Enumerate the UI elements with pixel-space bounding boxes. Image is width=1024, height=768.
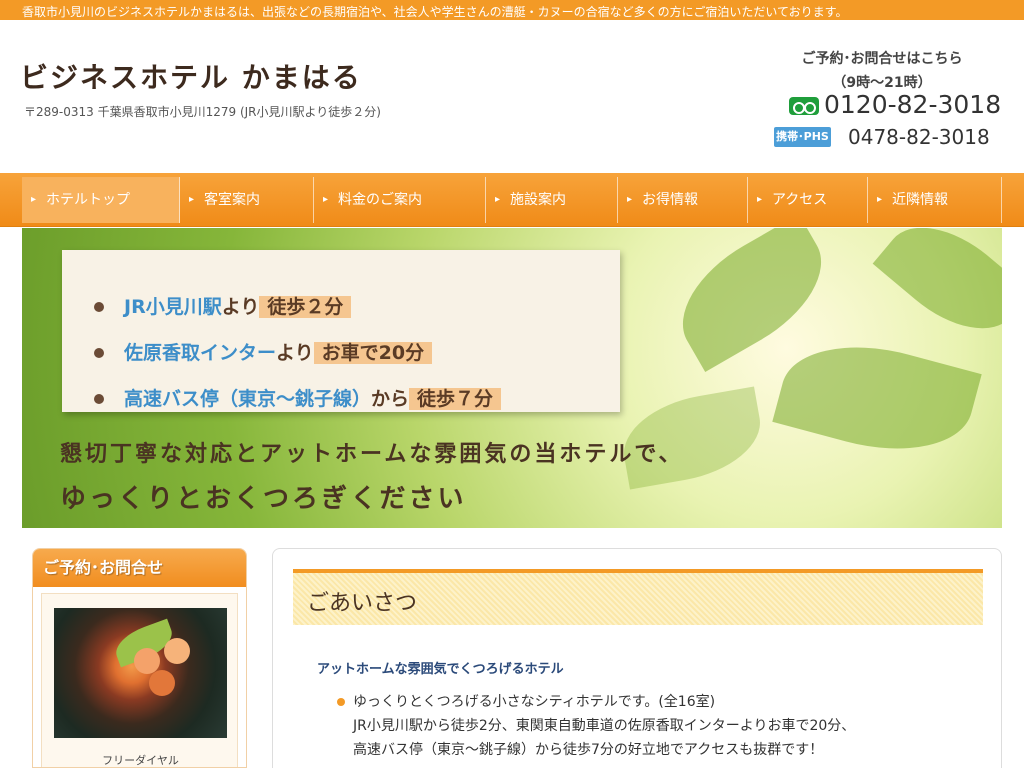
access-line-station: JR小見川駅より 徒歩２分	[94, 292, 352, 322]
free-dial-label: フリーダイヤル	[102, 754, 179, 767]
contact-heading: ご予約･お問合せはこちら （9時～21時）	[780, 47, 984, 95]
flower-petal	[164, 638, 190, 664]
main-nav: ホテルトップ 客室案内 料金のご案内 施設案内 お得情報 アクセス 近隣情報	[0, 173, 1024, 227]
leaf-decoration	[872, 228, 1002, 354]
greeting-subheading: アットホームな雰囲気でくつろげるホテル	[317, 662, 564, 677]
nav-item-facilities[interactable]: 施設案内	[486, 177, 618, 223]
access-place: 高速バス停（東京～銚子線）	[124, 388, 372, 410]
greeting-text: ゆっくりとくつろげる小さなシティホテルです。(全16室) JR小見川駅から徒歩2…	[353, 690, 855, 762]
bullet-icon	[94, 302, 104, 312]
nav-item-hotel-top[interactable]: ホテルトップ	[22, 177, 180, 223]
access-duration: 徒歩２分	[259, 296, 352, 318]
greeting-heading-bar: ごあいさつ	[293, 569, 983, 625]
access-line-interchange: 佐原香取インターより お車で20分	[94, 338, 433, 368]
greeting-line: ゆっくりとくつろげる小さなシティホテルです。(全16室)	[353, 694, 716, 710]
top-info-bar: 香取市小見川のビジネスホテルかまはるは、出張などの長期宿泊や、社会人や学生さんの…	[0, 0, 1024, 20]
hero-message-1: 懇切丁寧な対応とアットホームな雰囲気の当ホテルで、	[60, 442, 684, 467]
access-place: 佐原香取インター	[124, 342, 277, 364]
access-line-bus: 高速バス停（東京～銚子線）から 徒歩７分	[94, 384, 502, 414]
hero-message-2: ゆっくりとおくつろぎください	[60, 484, 467, 514]
access-connector: から	[371, 388, 410, 410]
access-place: JR小見川駅	[124, 296, 222, 318]
mobile-number[interactable]: 0478-82-3018	[848, 125, 990, 149]
access-duration: 徒歩７分	[409, 388, 502, 410]
free-dial-icon	[789, 97, 819, 115]
nav-item-access[interactable]: アクセス	[748, 177, 868, 223]
leaf-decoration	[772, 325, 982, 471]
flower-arrangement-photo	[54, 608, 227, 738]
access-duration: お車で20分	[313, 342, 433, 364]
nav-item-nearby[interactable]: 近隣情報	[868, 177, 1002, 223]
nav-item-rooms[interactable]: 客室案内	[180, 177, 314, 223]
sidebar-heading: ご予約･お問合せ	[33, 549, 246, 587]
bullet-icon	[94, 394, 104, 404]
contact-heading-label: ご予約･お問合せはこちら	[801, 51, 963, 67]
hero-banner: JR小見川駅より 徒歩２分 佐原香取インターより お車で20分 高速バス停（東京～銚…	[22, 228, 1002, 528]
leaf-decoration	[660, 228, 844, 372]
free-dial-number[interactable]: 0120-82-3018	[824, 90, 1001, 119]
top-info-text: 香取市小見川のビジネスホテルかまはるは、出張などの長期宿泊や、社会人や学生さんの…	[22, 5, 848, 19]
sidebar-inner: フリーダイヤル	[41, 593, 238, 767]
nav-item-pricing[interactable]: 料金のご案内	[314, 177, 486, 223]
nav-item-deals[interactable]: お得情報	[618, 177, 748, 223]
mobile-badge: 携帯･PHS	[774, 127, 831, 147]
access-info-card: JR小見川駅より 徒歩２分 佐原香取インターより お車で20分 高速バス停（東京～銚…	[62, 250, 620, 412]
greeting-heading: ごあいさつ	[307, 591, 418, 616]
site-header: ビジネスホテル かまはる 〒289-0313 千葉県香取市小見川1279 (JR…	[0, 20, 1024, 173]
greeting-section: ごあいさつ アットホームな雰囲気でくつろげるホテル ゆっくりとくつろげる小さなシ…	[272, 548, 1002, 768]
flower-petal	[149, 670, 175, 696]
greeting-line: JR小見川駅から徒歩2分、東関東自動車道の佐原香取インターよりお車で20分、	[353, 718, 856, 734]
access-connector: より	[221, 296, 260, 318]
access-connector: より	[276, 342, 314, 364]
bullet-icon	[94, 348, 104, 358]
greeting-line: 高速バス停（東京～銚子線）から徒歩7分の好立地でアクセスも抜群です！	[353, 742, 824, 758]
bullet-icon	[337, 698, 345, 706]
hotel-address: 〒289-0313 千葉県香取市小見川1279 (JR小見川駅より徒歩２分)	[24, 105, 381, 119]
site-title[interactable]: ビジネスホテル かまはる	[20, 56, 362, 96]
sidebar-contact-box: ご予約･お問合せ フリーダイヤル	[32, 548, 247, 768]
